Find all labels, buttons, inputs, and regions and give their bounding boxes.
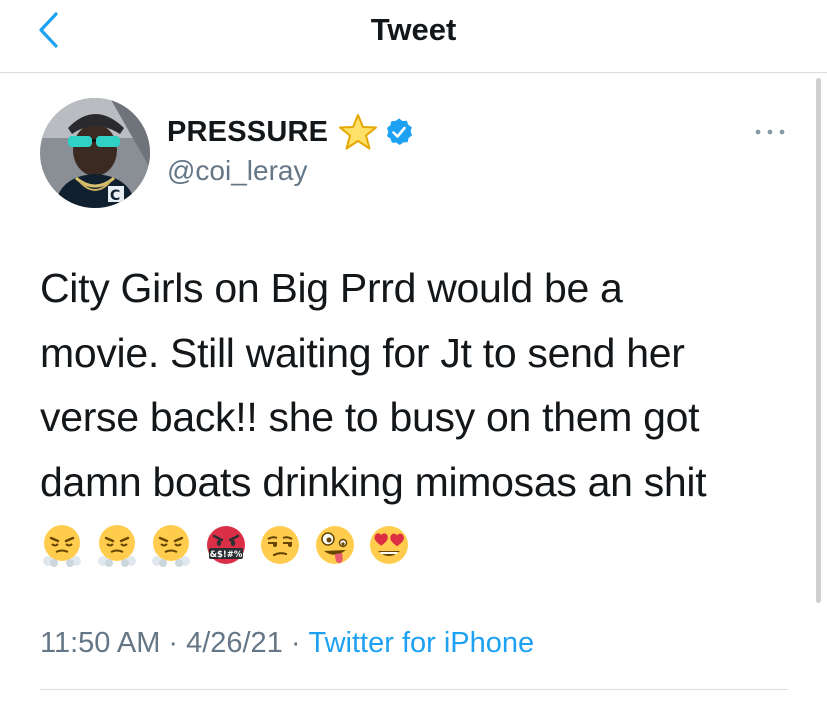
steam-nose-face-icon: [95, 523, 139, 567]
author-name-row[interactable]: PRESSURE: [167, 112, 414, 152]
tweet-time: 11:50 AM: [40, 627, 161, 659]
steam-nose-face-icon: [40, 523, 84, 567]
heart-eyes-face-icon: [367, 523, 411, 567]
tweet-detail-screen: Tweet C PRESSURE @coi_leray City Girls o…: [0, 0, 827, 706]
unamused-face-icon: [258, 523, 302, 567]
verified-badge-icon: [384, 117, 414, 147]
display-name: PRESSURE: [167, 115, 329, 148]
tweet-text: City Girls on Big Prrd would be a movie.…: [40, 265, 707, 505]
zany-face-icon: [313, 523, 357, 567]
avatar[interactable]: C: [40, 98, 150, 208]
scrollbar[interactable]: [816, 78, 821, 603]
meta-separator: ·: [290, 627, 301, 659]
more-horizontal-icon: [754, 123, 786, 141]
tweet-emojis: &$!#%: [40, 520, 422, 570]
tweet-metadata: 11:50 AM · 4/26/21 · Twitter for iPhone: [40, 625, 534, 661]
steam-nose-face-icon: [149, 523, 193, 567]
page-title: Tweet: [370, 12, 457, 47]
tweet-date: 4/26/21: [186, 627, 283, 659]
divider: [40, 689, 788, 690]
more-options-button[interactable]: [750, 124, 790, 140]
navigation-bar: Tweet: [0, 0, 827, 73]
svg-text:&$!#%: &$!#%: [209, 550, 242, 560]
cursing-face-icon: &$!#%: [204, 523, 248, 567]
svg-text:C: C: [110, 188, 120, 204]
tweet-source-link[interactable]: Twitter for iPhone: [309, 627, 535, 659]
meta-separator: ·: [168, 627, 179, 659]
star-emoji-icon: [338, 113, 378, 151]
author-handle[interactable]: @coi_leray: [167, 155, 307, 187]
